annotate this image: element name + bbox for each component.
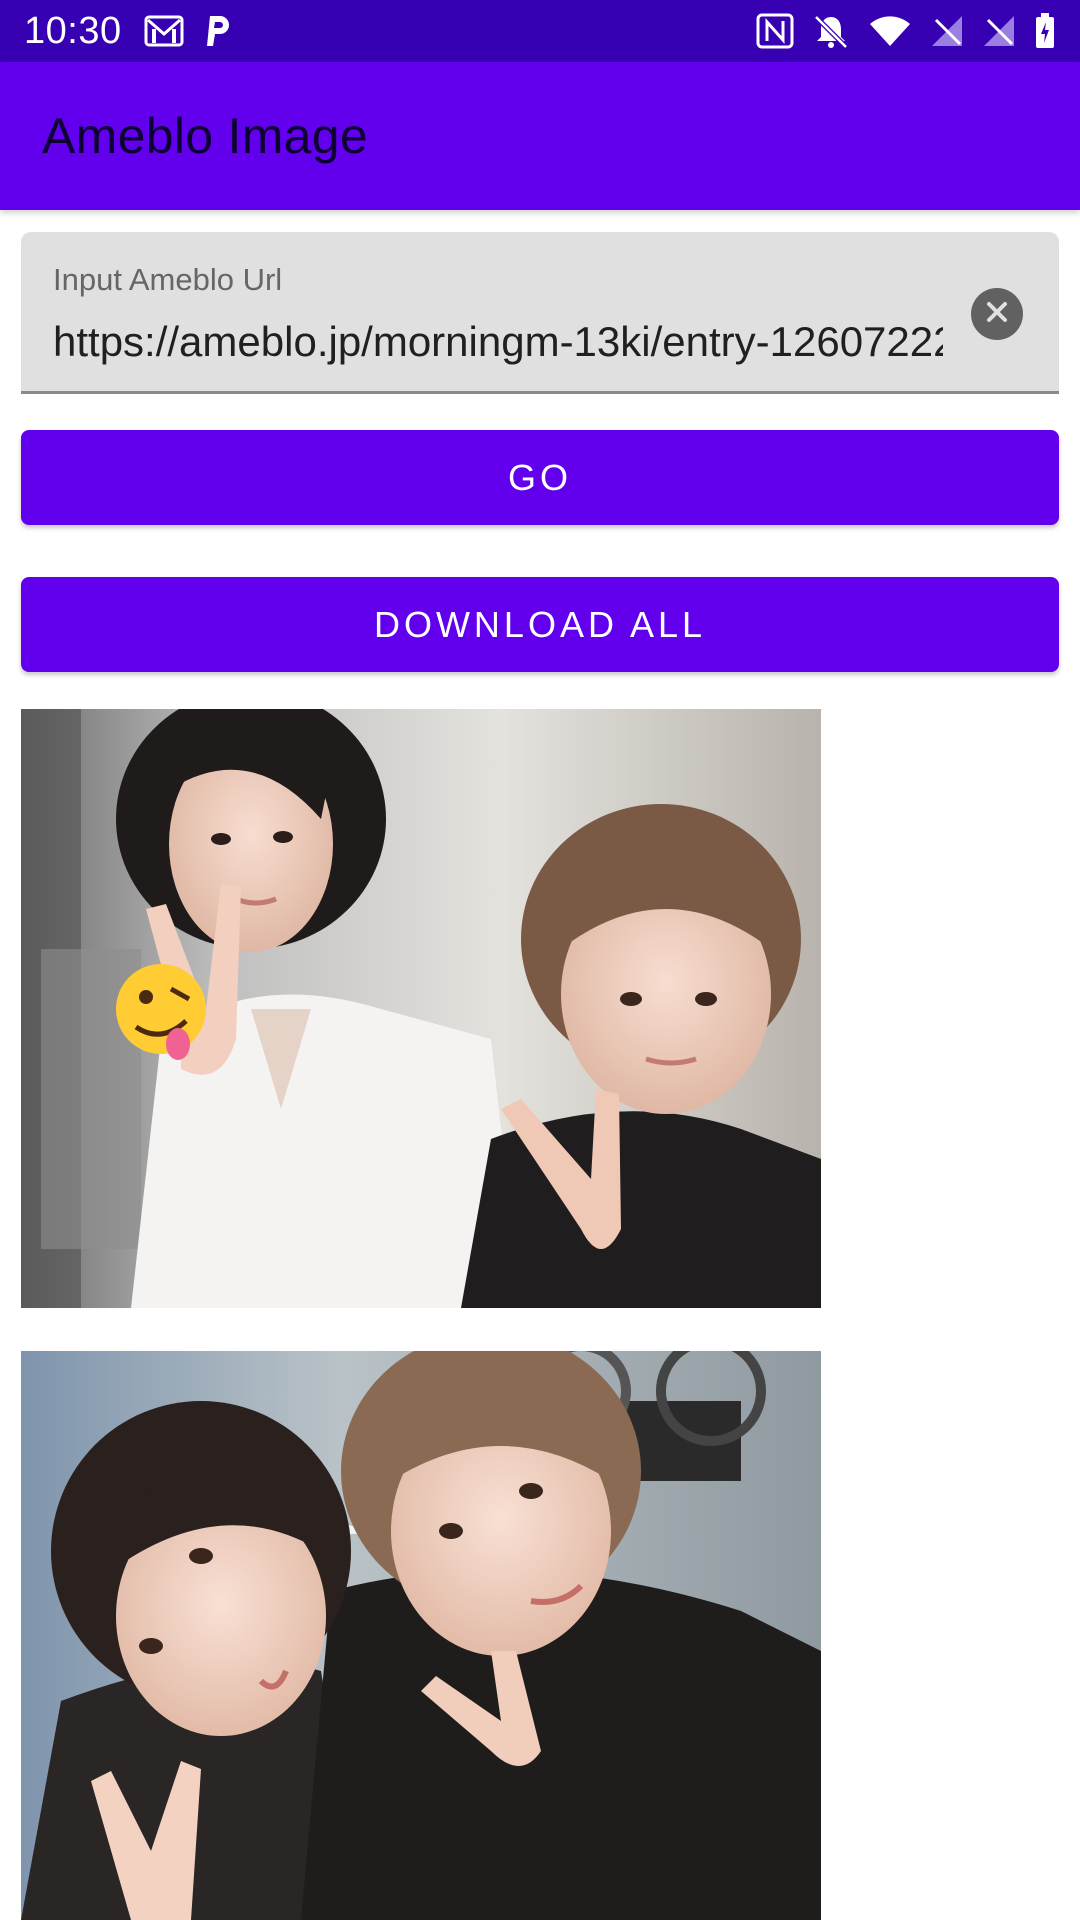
parking-icon — [204, 14, 232, 48]
url-text-field[interactable]: Input Ameblo Url — [21, 232, 1059, 394]
url-field-label: Input Ameblo Url — [53, 262, 283, 297]
signal-icon — [982, 14, 1016, 48]
blog-image-1[interactable] — [21, 709, 821, 1308]
battery-icon — [1034, 13, 1056, 49]
status-left-icons — [144, 14, 232, 48]
photo-image — [21, 1351, 821, 1920]
go-button[interactable]: GO — [21, 430, 1059, 525]
signal-icon — [930, 14, 964, 48]
url-input[interactable] — [53, 312, 943, 372]
status-time: 10:30 — [24, 9, 122, 52]
app-bar: Ameblo Image — [0, 62, 1080, 210]
app-title: Ameblo Image — [42, 108, 368, 164]
status-right-icons — [756, 13, 1056, 49]
close-icon — [985, 300, 1009, 329]
status-bar: 10:30 — [0, 0, 1080, 62]
wifi-icon — [868, 14, 912, 48]
bell-off-icon — [812, 13, 850, 49]
nfc-icon — [756, 13, 794, 49]
blog-image-2[interactable] — [21, 1351, 821, 1920]
gmail-icon — [144, 15, 184, 47]
photo-image — [21, 709, 821, 1308]
clear-text-button[interactable] — [971, 288, 1023, 340]
download-all-button[interactable]: DOWNLOAD ALL — [21, 577, 1059, 672]
